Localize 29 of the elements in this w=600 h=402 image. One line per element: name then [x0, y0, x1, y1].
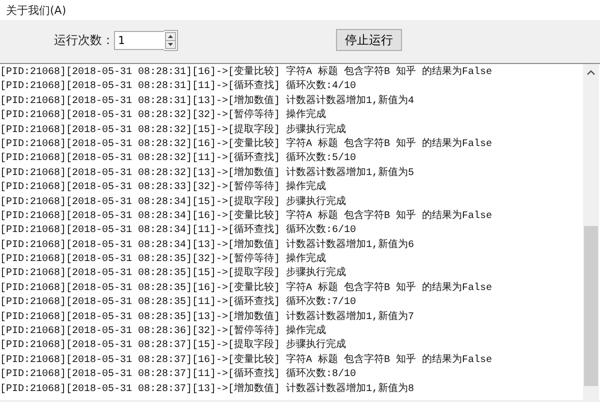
- log-line: [PID:21068][2018-05-31 08:28:37][15]->[提取字段] 步骤执行完成: [0, 339, 348, 354]
- log-line: [PID:21068][2018-05-31 08:28:35][13]->[增加数值] 计数器计数器增加1,新值为7: [0, 310, 416, 324]
- run-count-label: 运行次数：: [54, 32, 114, 48]
- log-line: [PID:21068][2018-05-31 08:28:34][11]->[循环查找] 循环次数:6/10: [0, 224, 358, 238]
- log-line: [PID:21068][2018-05-31 08:28:35][16]->[变量比较] 字符A 标题 包含字符B 知乎 的结果为False: [0, 282, 494, 296]
- log-line: [PID:21068][2018-05-31 08:28:37][13]->[增加数值] 计数器计数器增加1,新值为8: [0, 382, 416, 397]
- log-line: [PID:21068][2018-05-31 08:28:35][15]->[提取字段] 步骤执行完成: [0, 267, 348, 282]
- log-line: [PID:21068][2018-05-31 08:28:35][32]->[暂停等待] 操作完成: [0, 253, 328, 266]
- log-line: [PID:21068][2018-05-31 08:28:37][11]->[循环查找] 循环次数:8/10: [0, 368, 358, 382]
- log-line: [PID:21068][2018-05-31 08:28:35][11]->[循环查找] 循环次数:7/10: [0, 296, 358, 310]
- log-line: [PID:21068][2018-05-31 08:28:34][16]->[变量比较] 字符A 标题 包含字符B 知乎 的结果为False: [0, 210, 494, 224]
- log-line: [PID:21068][2018-05-31 08:28:34][13]->[增加数值] 计数器计数器增加1,新值为6: [0, 238, 416, 252]
- log-line: [PID:21068][2018-05-31 08:28:31][11]->[循环查找] 循环次数:4/10: [0, 80, 358, 94]
- scrollbar[interactable]: [583, 64, 599, 400]
- log-line: [PID:21068][2018-05-31 08:28:36][32]->[暂停等待] 操作完成: [0, 325, 328, 338]
- log-line: [PID:21068][2018-05-31 08:28:31][13]->[增加数值] 计数器计数器增加1,新值为4: [0, 94, 416, 108]
- stop-button[interactable]: 停止运行: [336, 29, 402, 51]
- log-line: [PID:21068][2018-05-31 08:28:31][16]->[变量比较] 字符A 标题 包含字符B 知乎 的结果为False: [0, 66, 494, 80]
- log-line: [PID:21068][2018-05-31 08:28:32][32]->[暂停等待] 操作完成: [0, 109, 328, 124]
- log-line: [PID:21068][2018-05-31 08:28:32][11]->[循环查找] 循环次数:5/10: [0, 152, 358, 166]
- menu-item[interactable]: 关于我们(A): [4, 2, 68, 18]
- log-line: [PID:21068][2018-05-31 08:28:34][15]->[提取字段] 步骤执行完成: [0, 196, 348, 210]
- log-line: [PID:21068][2018-05-31 08:28:37][16]->[变量比较] 字符A 标题 包含字符B 知乎 的结果为False: [0, 354, 494, 368]
- scrollbar-thumb[interactable]: [584, 226, 598, 386]
- scroll-up-icon[interactable]: [587, 70, 595, 75]
- log-line: [PID:21068][2018-05-31 08:28:32][13]->[增加数值] 计数器计数器增加1,新值为5: [0, 166, 416, 180]
- log-line: [PID:21068][2018-05-31 08:28:33][32]->[暂停等待] 操作完成: [0, 181, 328, 196]
- log-line: [PID:21068][2018-05-31 08:28:32][16]->[变量比较] 字符A 标题 包含字符B 知乎 的结果为False: [0, 138, 494, 152]
- log-line: [PID:21068][2018-05-31 08:28:32][15]->[提取字段] 步骤执行完成: [0, 124, 348, 138]
